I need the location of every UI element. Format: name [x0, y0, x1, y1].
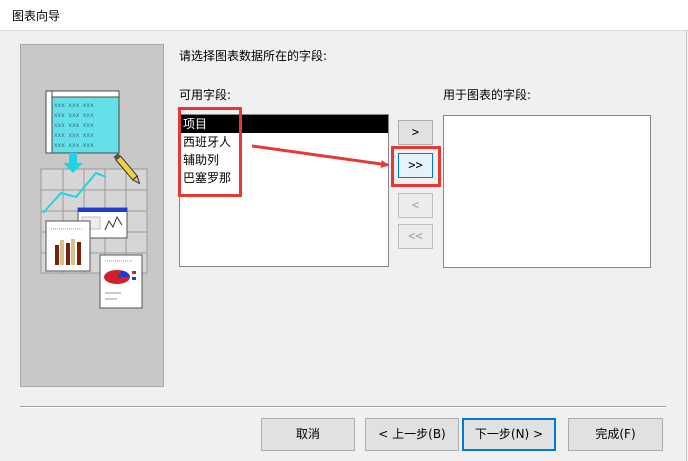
- title-bar: 图表向导: [0, 0, 688, 31]
- back-button[interactable]: < 上一步(B): [365, 418, 459, 451]
- highlight-box-fields: [178, 107, 242, 197]
- add-field-button[interactable]: >: [398, 120, 433, 145]
- instruction-text: 请选择图表数据所在的字段:: [179, 49, 328, 63]
- svg-text:xxx xxx xxx: xxx xxx xxx: [54, 102, 94, 109]
- finish-button[interactable]: 完成(F): [568, 418, 663, 451]
- svg-text:xxx xxx xxx: xxx xxx xxx: [54, 132, 94, 139]
- chart-wizard-illustration-icon: xxx xxx xxx xxx xxx xxx xxx xxx xxx xxx …: [40, 90, 148, 309]
- svg-text:xxx xxx xxx: xxx xxx xxx: [54, 142, 94, 149]
- wizard-illustration: xxx xxx xxx xxx xxx xxx xxx xxx xxx xxx …: [20, 44, 164, 387]
- footer-separator: [20, 406, 666, 408]
- remove-field-button[interactable]: <: [398, 193, 433, 218]
- remove-all-fields-button[interactable]: <<: [398, 224, 433, 249]
- chart-fields-label: 用于图表的字段:: [443, 88, 532, 102]
- chart-fields-list[interactable]: [443, 115, 651, 268]
- highlight-box-add-all: [391, 146, 441, 187]
- next-button[interactable]: 下一步(N) >: [462, 418, 556, 451]
- cancel-button[interactable]: 取消: [261, 418, 355, 451]
- svg-text:xxx xxx xxx: xxx xxx xxx: [54, 112, 94, 119]
- svg-text:xxx xxx xxx: xxx xxx xxx: [54, 122, 94, 129]
- window-title: 图表向导: [12, 9, 61, 23]
- available-fields-label: 可用字段:: [179, 88, 232, 102]
